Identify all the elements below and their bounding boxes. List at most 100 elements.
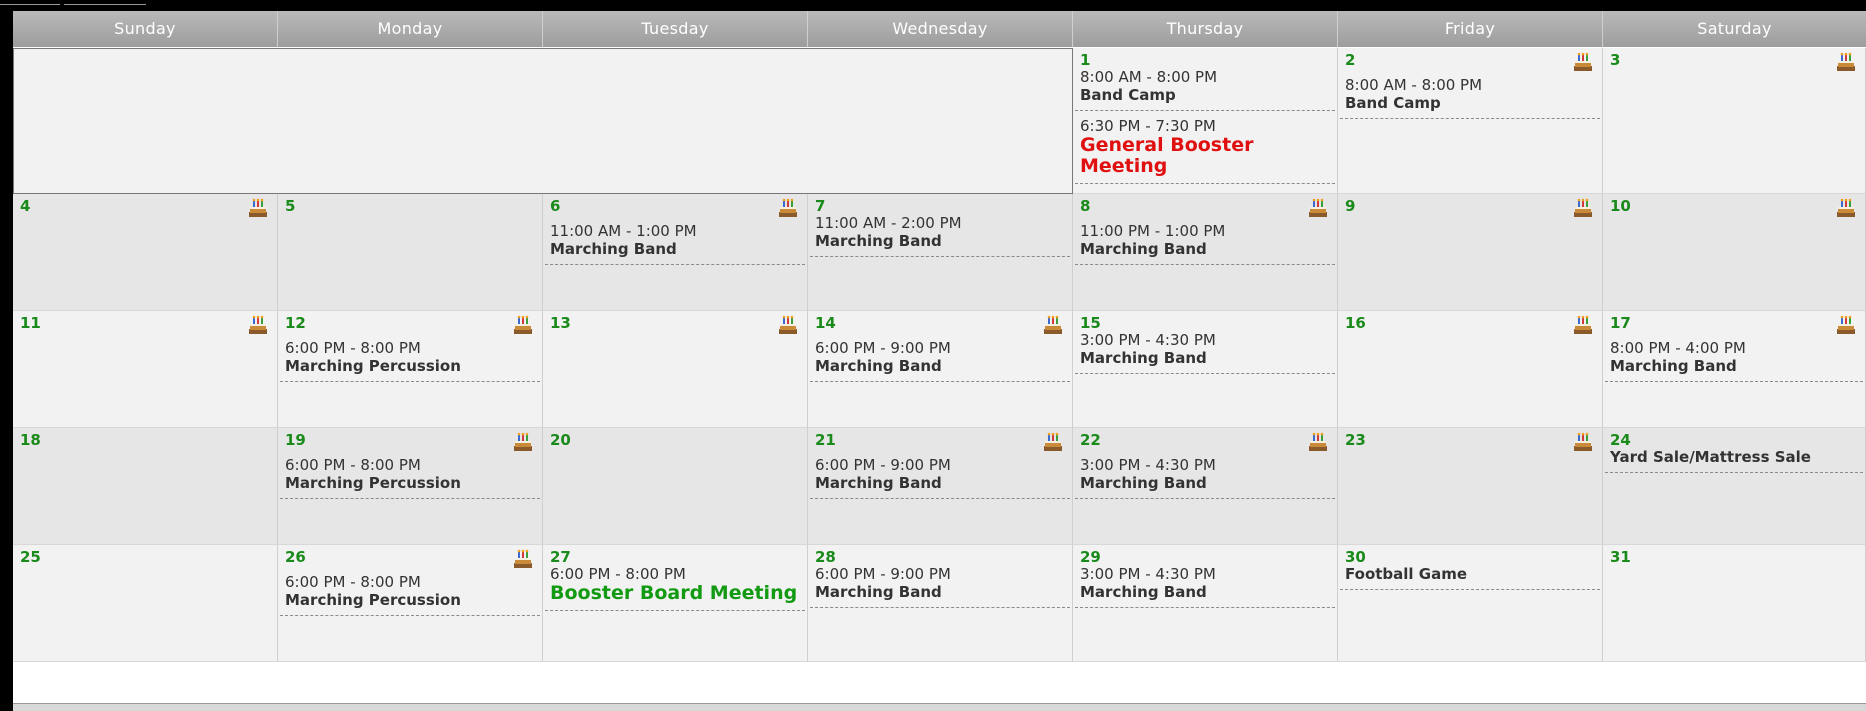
day-cell[interactable]: 25 — [13, 545, 278, 662]
birthday-cake-icon[interactable] — [1835, 197, 1857, 219]
day-number[interactable]: 29 — [1080, 548, 1101, 566]
day-number[interactable]: 3 — [1610, 51, 1620, 69]
day-cell[interactable]: 8 11:00 PM - 1:00 PM Marching Band — [1073, 194, 1338, 311]
day-number[interactable]: 14 — [815, 314, 836, 332]
event-title[interactable]: Marching Band — [1080, 349, 1335, 367]
day-cell[interactable]: 28 6:00 PM - 9:00 PM Marching Band — [808, 545, 1073, 662]
day-number[interactable]: 17 — [1610, 314, 1631, 332]
birthday-cake-icon[interactable] — [1572, 431, 1594, 453]
day-number[interactable]: 21 — [815, 431, 836, 449]
day-number[interactable]: 16 — [1345, 314, 1366, 332]
event-title[interactable]: Booster Board Meeting — [550, 583, 805, 604]
birthday-cake-icon[interactable] — [1307, 431, 1329, 453]
event-title[interactable]: Band Camp — [1345, 94, 1600, 112]
calendar-event[interactable]: 8:00 AM - 8:00 PM Band Camp — [1075, 68, 1335, 111]
calendar-event[interactable]: 6:00 PM - 8:00 PM Marching Percussion — [280, 456, 540, 499]
event-title[interactable]: Yard Sale/Mattress Sale — [1610, 448, 1863, 466]
day-cell[interactable]: 19 6:00 PM - 8:00 PM Marching Percussion — [278, 428, 543, 545]
calendar-event[interactable]: 6:00 PM - 8:00 PM Marching Percussion — [280, 339, 540, 382]
birthday-cake-icon[interactable] — [1572, 51, 1594, 73]
day-number[interactable]: 9 — [1345, 197, 1355, 215]
day-number[interactable]: 24 — [1610, 431, 1631, 449]
event-title[interactable]: Marching Band — [815, 357, 1070, 375]
day-cell[interactable]: 29 3:00 PM - 4:30 PM Marching Band — [1073, 545, 1338, 662]
day-number[interactable]: 22 — [1080, 431, 1101, 449]
day-number[interactable]: 5 — [285, 197, 295, 215]
birthday-cake-icon[interactable] — [1042, 314, 1064, 336]
birthday-cake-icon[interactable] — [777, 314, 799, 336]
event-title[interactable]: Marching Percussion — [285, 357, 540, 375]
day-number[interactable]: 2 — [1345, 51, 1355, 69]
day-cell[interactable]: 31 — [1603, 545, 1866, 662]
birthday-cake-icon[interactable] — [1042, 431, 1064, 453]
calendar-event[interactable]: Football Game — [1340, 565, 1600, 590]
day-cell[interactable]: 16 — [1338, 311, 1603, 428]
day-number[interactable]: 20 — [550, 431, 571, 449]
day-cell[interactable]: 17 8:00 PM - 4:00 PM Marching Band — [1603, 311, 1866, 428]
calendar-event[interactable]: 3:00 PM - 4:30 PM Marching Band — [1075, 331, 1335, 374]
calendar-event[interactable]: 6:00 PM - 9:00 PM Marching Band — [810, 456, 1070, 499]
day-number[interactable]: 10 — [1610, 197, 1631, 215]
calendar-event[interactable]: 6:30 PM - 7:30 PM General Booster Meeting — [1075, 117, 1335, 184]
event-title[interactable]: Band Camp — [1080, 86, 1335, 104]
day-cell[interactable]: 2 8:00 AM - 8:00 PM Band Camp — [1338, 48, 1603, 194]
day-number[interactable]: 30 — [1345, 548, 1366, 566]
day-cell[interactable]: 11 — [13, 311, 278, 428]
event-title[interactable]: General Booster Meeting — [1080, 135, 1335, 177]
day-number[interactable]: 4 — [20, 197, 30, 215]
birthday-cake-icon[interactable] — [512, 431, 534, 453]
event-title[interactable]: Marching Percussion — [285, 591, 540, 609]
day-cell[interactable]: 20 — [543, 428, 808, 545]
day-cell[interactable]: 7 11:00 AM - 2:00 PM Marching Band — [808, 194, 1073, 311]
calendar-event[interactable]: 11:00 AM - 2:00 PM Marching Band — [810, 214, 1070, 257]
calendar-event[interactable]: 6:00 PM - 8:00 PM Booster Board Meeting — [545, 565, 805, 611]
day-number[interactable]: 23 — [1345, 431, 1366, 449]
day-number[interactable]: 6 — [550, 197, 560, 215]
day-cell[interactable]: 12 6:00 PM - 8:00 PM Marching Percussion — [278, 311, 543, 428]
calendar-event[interactable]: 11:00 AM - 1:00 PM Marching Band — [545, 222, 805, 265]
calendar-event[interactable]: 6:00 PM - 9:00 PM Marching Band — [810, 339, 1070, 382]
birthday-cake-icon[interactable] — [247, 197, 269, 219]
day-cell[interactable]: 14 6:00 PM - 9:00 PM Marching Band — [808, 311, 1073, 428]
event-title[interactable]: Marching Band — [1080, 240, 1335, 258]
event-title[interactable]: Marching Band — [815, 583, 1070, 601]
birthday-cake-icon[interactable] — [512, 314, 534, 336]
calendar-event[interactable]: 8:00 PM - 4:00 PM Marching Band — [1605, 339, 1863, 382]
event-title[interactable]: Marching Band — [815, 232, 1070, 250]
day-cell[interactable]: 10 — [1603, 194, 1866, 311]
day-number[interactable]: 11 — [20, 314, 41, 332]
day-number[interactable]: 28 — [815, 548, 836, 566]
calendar-event[interactable]: 3:00 PM - 4:30 PM Marching Band — [1075, 565, 1335, 608]
day-number[interactable]: 12 — [285, 314, 306, 332]
day-cell[interactable]: 4 — [13, 194, 278, 311]
day-number[interactable]: 18 — [20, 431, 41, 449]
calendar-event[interactable]: 8:00 AM - 8:00 PM Band Camp — [1340, 76, 1600, 119]
day-cell[interactable]: 23 — [1338, 428, 1603, 545]
event-title[interactable]: Marching Band — [815, 474, 1070, 492]
day-cell[interactable]: 18 — [13, 428, 278, 545]
day-number[interactable]: 8 — [1080, 197, 1090, 215]
day-cell[interactable]: 22 3:00 PM - 4:30 PM Marching Band — [1073, 428, 1338, 545]
day-number[interactable]: 15 — [1080, 314, 1101, 332]
day-cell[interactable]: 1 8:00 AM - 8:00 PM Band Camp 6:30 PM - 7:3… — [1073, 48, 1338, 194]
calendar-event[interactable]: 6:00 PM - 9:00 PM Marching Band — [810, 565, 1070, 608]
calendar-event[interactable]: 11:00 PM - 1:00 PM Marching Band — [1075, 222, 1335, 265]
event-title[interactable]: Marching Percussion — [285, 474, 540, 492]
birthday-cake-icon[interactable] — [1572, 197, 1594, 219]
birthday-cake-icon[interactable] — [777, 197, 799, 219]
day-number[interactable]: 31 — [1610, 548, 1631, 566]
birthday-cake-icon[interactable] — [1572, 314, 1594, 336]
day-cell[interactable]: 24 Yard Sale/Mattress Sale — [1603, 428, 1866, 545]
day-cell[interactable]: 27 6:00 PM - 8:00 PM Booster Board Meeting — [543, 545, 808, 662]
day-number[interactable]: 13 — [550, 314, 571, 332]
calendar-event[interactable]: 6:00 PM - 8:00 PM Marching Percussion — [280, 573, 540, 616]
day-cell[interactable]: 15 3:00 PM - 4:30 PM Marching Band — [1073, 311, 1338, 428]
day-cell[interactable]: 3 — [1603, 48, 1866, 194]
day-number[interactable]: 26 — [285, 548, 306, 566]
birthday-cake-icon[interactable] — [512, 548, 534, 570]
day-cell[interactable]: 13 — [543, 311, 808, 428]
birthday-cake-icon[interactable] — [1307, 197, 1329, 219]
day-number[interactable]: 1 — [1080, 51, 1090, 69]
day-number[interactable]: 25 — [20, 548, 41, 566]
calendar-event[interactable]: Yard Sale/Mattress Sale — [1605, 448, 1863, 473]
